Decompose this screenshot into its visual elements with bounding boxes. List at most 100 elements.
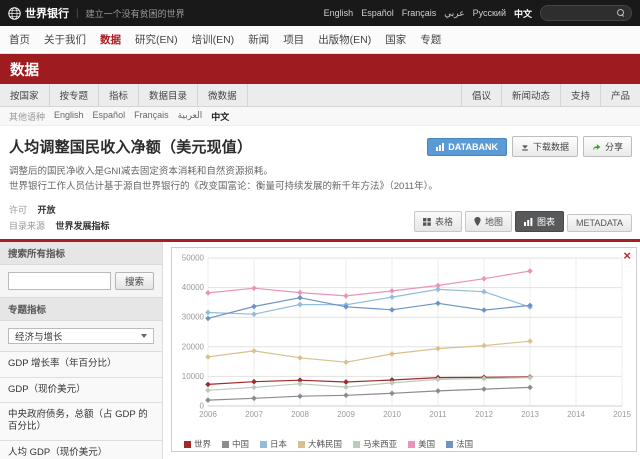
chart-legend: 世界 中国 日本 大韩民国 马来西亚 美国 法国 <box>172 435 636 453</box>
indicator-search-input[interactable] <box>8 272 111 291</box>
tab-map[interactable]: 地图 <box>464 211 512 233</box>
worldbank-data-page: 世界银行 | 建立一个没有贫困的世界 English Español Françai… <box>0 0 640 459</box>
subnav-item[interactable]: 按国家 <box>0 84 50 106</box>
tab-table[interactable]: 表格 <box>413 211 462 233</box>
legend-label: 日本 <box>270 439 288 450</box>
topic-select[interactable]: 经济与增长 <box>8 328 154 345</box>
nav-item[interactable]: 新闻 <box>248 32 269 47</box>
legend-label: 法国 <box>456 439 474 450</box>
tab-metadata[interactable]: METADATA <box>567 214 632 233</box>
indicator-item[interactable]: GDP（现价美元） <box>0 377 162 404</box>
other-lang-link[interactable]: Français <box>134 110 169 123</box>
sidebar: 搜索所有指标 搜索 专题指标 经济与增长 GDP 增长率（年百分比） GDP（现价… <box>0 242 163 459</box>
legend-item[interactable]: 法国 <box>446 438 473 450</box>
svg-text:2010: 2010 <box>383 410 401 419</box>
header-search-input[interactable] <box>547 8 613 18</box>
table-icon <box>422 217 431 226</box>
legend-item[interactable]: 马来西亚 <box>353 438 397 450</box>
subnav-item[interactable]: 指标 <box>99 84 140 106</box>
header-lang-link[interactable]: عربي <box>444 8 464 19</box>
other-lang-link[interactable]: English <box>54 110 84 123</box>
svg-text:40000: 40000 <box>182 284 205 293</box>
download-data-button[interactable]: 下载数据 <box>511 136 578 157</box>
other-lang-link[interactable]: Español <box>93 110 126 123</box>
svg-text:2012: 2012 <box>475 410 493 419</box>
close-icon[interactable]: × <box>623 249 631 262</box>
nav-item[interactable]: 培训(EN) <box>192 32 235 47</box>
svg-text:2013: 2013 <box>521 410 539 419</box>
subnav-item[interactable]: 支持 <box>559 84 600 106</box>
search-icon <box>617 9 625 17</box>
subnav-item[interactable]: 新闻动态 <box>500 84 560 106</box>
nav-item[interactable]: 关于我们 <box>44 32 86 47</box>
legend-item[interactable]: 中国 <box>222 438 249 450</box>
header-lang-link[interactable]: Русский <box>473 8 506 18</box>
nav-item[interactable]: 首页 <box>9 32 30 47</box>
other-languages-label: 其他语种 <box>9 111 46 122</box>
indicator-item[interactable]: GDP 增长率（年百分比） <box>0 352 162 378</box>
legend-item[interactable]: 美国 <box>408 438 435 450</box>
header-tagline: 建立一个没有贫困的世界 <box>85 8 185 19</box>
chart-box: × 0 10000 20000 30000 40000 50000 2006 2007 2008… <box>171 247 637 453</box>
catalog-source-value[interactable]: 世界发展指标 <box>56 221 110 231</box>
view-tabs: 表格 地图 图表 METADATA <box>413 211 632 233</box>
header-divider: | <box>76 7 79 19</box>
header-search[interactable] <box>540 5 632 21</box>
description: 调整后的国民净收入是GNI减去固定资本消耗和自然资源损耗。 世界银行工作人员估计… <box>0 157 640 194</box>
download-icon <box>521 143 529 151</box>
other-lang-link[interactable]: 中文 <box>211 110 229 123</box>
topic-select-value: 经济与增长 <box>15 332 63 344</box>
share-icon <box>592 143 601 151</box>
legend-swatch <box>298 440 306 448</box>
svg-text:10000: 10000 <box>182 372 205 381</box>
page-title-bar: 人均调整国民收入净额（美元现值） DATABANK 下载数据 分享 <box>0 126 640 157</box>
sub-nav: 按国家 按专题 指标 数据目录 微数据 倡议 新闻动态 支持 产品 <box>0 84 640 107</box>
header-lang-link[interactable]: 中文 <box>514 7 532 20</box>
logo-text: 世界银行 <box>25 8 69 20</box>
share-button[interactable]: 分享 <box>582 136 632 157</box>
indicator-item[interactable]: 中央政府债务，总额（占 GDP 的百分比） <box>0 403 162 441</box>
subnav-item[interactable]: 数据目录 <box>139 84 199 106</box>
tab-label: 图表 <box>536 217 555 228</box>
legend-swatch <box>408 440 416 448</box>
nav-item[interactable]: 专题 <box>420 32 441 47</box>
other-lang-link[interactable]: العربية <box>178 110 203 123</box>
subnav-item[interactable]: 按专题 <box>50 84 100 106</box>
legend-item[interactable]: 日本 <box>260 438 287 450</box>
nav-item[interactable]: 数据 <box>100 32 121 47</box>
license-row: 许可 开放 <box>9 203 110 216</box>
legend-item[interactable]: 大韩民国 <box>298 438 342 450</box>
other-languages-row: 其他语种 English Español Français العربية 中文 <box>0 107 640 126</box>
worldbank-logo[interactable]: 世界银行 <box>8 5 69 21</box>
subnav-item[interactable]: 微数据 <box>198 84 248 106</box>
content: 搜索所有指标 搜索 专题指标 经济与增长 GDP 增长率（年百分比） GDP（现价… <box>0 242 640 459</box>
subnav-item[interactable]: 产品 <box>599 84 640 106</box>
indicator-item[interactable]: 人均 GDP（现价美元） <box>0 440 162 459</box>
indicator-search-button[interactable]: 搜索 <box>114 272 154 291</box>
chart-area: × 0 10000 20000 30000 40000 50000 2006 2007 2008… <box>163 242 640 459</box>
main-nav: 首页 关于我们 数据 研究(EN) 培训(EN) 新闻 项目 出版物(EN) 国家 专题 <box>0 26 640 54</box>
header-right: English Español Français عربي Русский 中文 <box>324 5 632 21</box>
svg-text:2015: 2015 <box>613 410 631 419</box>
databank-button[interactable]: DATABANK <box>427 137 507 156</box>
nav-item[interactable]: 项目 <box>283 32 304 47</box>
header-language-list: English Español Français عربي Русский 中文 <box>324 7 532 20</box>
tab-chart[interactable]: 图表 <box>514 211 564 233</box>
chart-icon <box>523 217 533 226</box>
subnav-item[interactable]: 倡议 <box>460 84 501 106</box>
legend-label: 美国 <box>418 439 436 450</box>
svg-text:30000: 30000 <box>182 313 205 322</box>
indicator-list: GDP 增长率（年百分比） GDP（现价美元） 中央政府债务，总额（占 GDP 的百… <box>0 351 162 459</box>
download-label: 下载数据 <box>532 142 569 152</box>
nav-item[interactable]: 研究(EN) <box>135 32 178 47</box>
legend-swatch <box>353 440 361 448</box>
legend-swatch <box>260 440 268 448</box>
legend-item[interactable]: 世界 <box>184 438 211 450</box>
header-lang-link[interactable]: English <box>324 8 354 18</box>
nav-item[interactable]: 国家 <box>385 32 406 47</box>
header-lang-link[interactable]: Español <box>361 8 394 18</box>
header-lang-link[interactable]: Français <box>402 8 437 18</box>
nav-item[interactable]: 出版物(EN) <box>318 32 371 47</box>
chevron-down-icon <box>141 334 147 339</box>
license-value[interactable]: 开放 <box>38 205 56 215</box>
